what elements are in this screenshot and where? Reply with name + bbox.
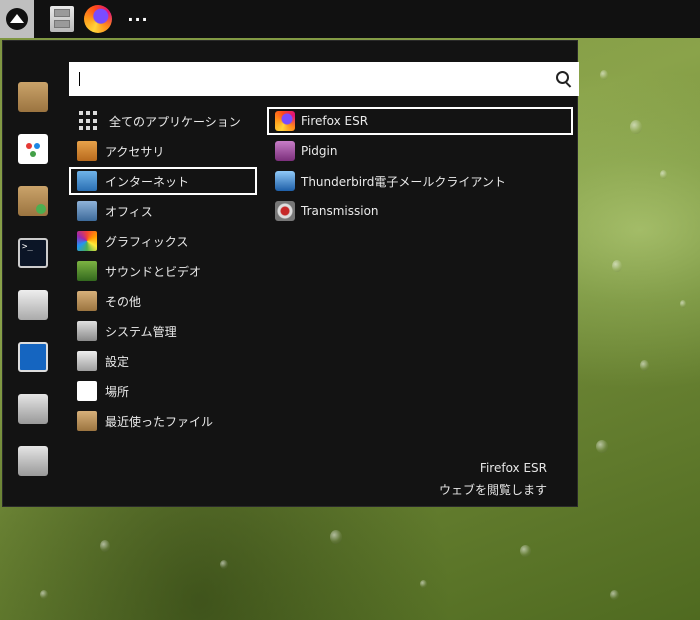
category-label: 場所 (105, 384, 130, 399)
file-manager-launcher[interactable] (48, 0, 76, 38)
raindrop (596, 440, 608, 453)
raindrop (520, 545, 531, 557)
graphics-icon (77, 231, 97, 251)
thunderbird-icon (275, 171, 295, 191)
category-label: システム管理 (105, 324, 177, 339)
category-other[interactable]: その他 (69, 287, 257, 315)
app-thunderbird[interactable]: Thunderbird電子メールクライアント (267, 167, 573, 195)
raindrop (220, 560, 228, 569)
raindrop (640, 360, 649, 371)
category-recent-files[interactable]: 最近使ったファイル (69, 407, 257, 435)
app-label: Pidgin (301, 144, 338, 158)
category-internet[interactable]: インターネット (69, 167, 257, 195)
software-store-icon[interactable] (18, 134, 48, 164)
firefox-icon (84, 5, 112, 33)
app-label: Firefox ESR (301, 114, 369, 128)
firefox-launcher[interactable] (82, 0, 114, 38)
app-firefox-esr[interactable]: Firefox ESR (267, 107, 573, 135)
category-label: サウンドとビデオ (105, 264, 202, 279)
settings-icon (77, 351, 97, 371)
internet-icon (77, 171, 97, 191)
app-transmission[interactable]: Transmission (267, 197, 573, 225)
application-menu-button[interactable] (0, 0, 34, 38)
raindrop (630, 120, 642, 134)
accessories-icon (77, 141, 97, 161)
power-icon[interactable] (18, 446, 48, 476)
raindrop (420, 580, 427, 588)
category-graphics[interactable]: グラフィックス (69, 227, 257, 255)
sound-video-icon (77, 261, 97, 281)
category-office[interactable]: オフィス (69, 197, 257, 225)
more-launchers-button[interactable]: ··· (126, 0, 150, 38)
raindrop (680, 300, 686, 308)
raindrop (612, 260, 622, 272)
category-label: 最近使ったファイル (105, 414, 214, 429)
raindrop (40, 590, 48, 599)
category-label: インターネット (105, 174, 190, 189)
category-settings[interactable]: 設定 (69, 347, 257, 375)
search-caret (79, 72, 80, 86)
settings-mixer-icon[interactable] (18, 290, 48, 320)
search-icon[interactable] (556, 71, 569, 84)
raindrop (610, 590, 619, 600)
store-dot (30, 151, 36, 157)
places-folder-icon (77, 381, 97, 401)
category-all-applications[interactable]: 全てのアプリケーション (69, 107, 257, 135)
all-apps-grid-icon (77, 109, 101, 133)
raindrop (660, 170, 667, 179)
package-installer-icon[interactable] (18, 82, 48, 112)
update-badge (36, 204, 46, 214)
pidgin-icon (275, 141, 295, 161)
app-pidgin[interactable]: Pidgin (267, 137, 573, 165)
category-label: 全てのアプリケーション (109, 114, 241, 129)
application-menu: >_ 全てのアプリケーション アクセサリ インターネット オフィス グラフィック… (2, 40, 579, 507)
category-accessories[interactable]: アクセサリ (69, 137, 257, 165)
store-dot (26, 143, 32, 149)
more-dots-label: ··· (127, 9, 149, 29)
package-update-icon[interactable] (18, 186, 48, 216)
firefox-icon (275, 111, 295, 131)
lock-screen-icon[interactable] (18, 342, 48, 372)
category-label: グラフィックス (105, 234, 189, 249)
file-manager-icon (50, 6, 74, 32)
category-label: アクセサリ (105, 144, 165, 159)
logout-icon[interactable] (18, 394, 48, 424)
other-icon (77, 291, 97, 311)
raindrop (330, 530, 342, 544)
app-description-title: Firefox ESR (479, 461, 547, 475)
raindrop (100, 540, 110, 552)
search-bar[interactable] (69, 62, 579, 96)
top-panel: ··· (0, 0, 700, 38)
menu-sidebar: >_ (3, 41, 67, 506)
transmission-icon (275, 201, 295, 221)
raindrop (600, 70, 608, 80)
office-icon (77, 201, 97, 221)
terminal-icon[interactable]: >_ (18, 238, 48, 268)
app-label: Transmission (301, 204, 379, 218)
category-system-admin[interactable]: システム管理 (69, 317, 257, 345)
app-label: Thunderbird電子メールクライアント (301, 174, 506, 189)
category-label: オフィス (105, 204, 153, 219)
category-sound-video[interactable]: サウンドとビデオ (69, 257, 257, 285)
category-label: その他 (105, 294, 142, 309)
category-label: 設定 (105, 354, 130, 369)
recent-files-icon (77, 411, 97, 431)
menu-logo-icon (6, 8, 28, 30)
system-admin-icon (77, 321, 97, 341)
app-description-subtitle: ウェブを閲覧します (438, 483, 547, 497)
category-places[interactable]: 場所 (69, 377, 257, 405)
store-dot (34, 143, 40, 149)
